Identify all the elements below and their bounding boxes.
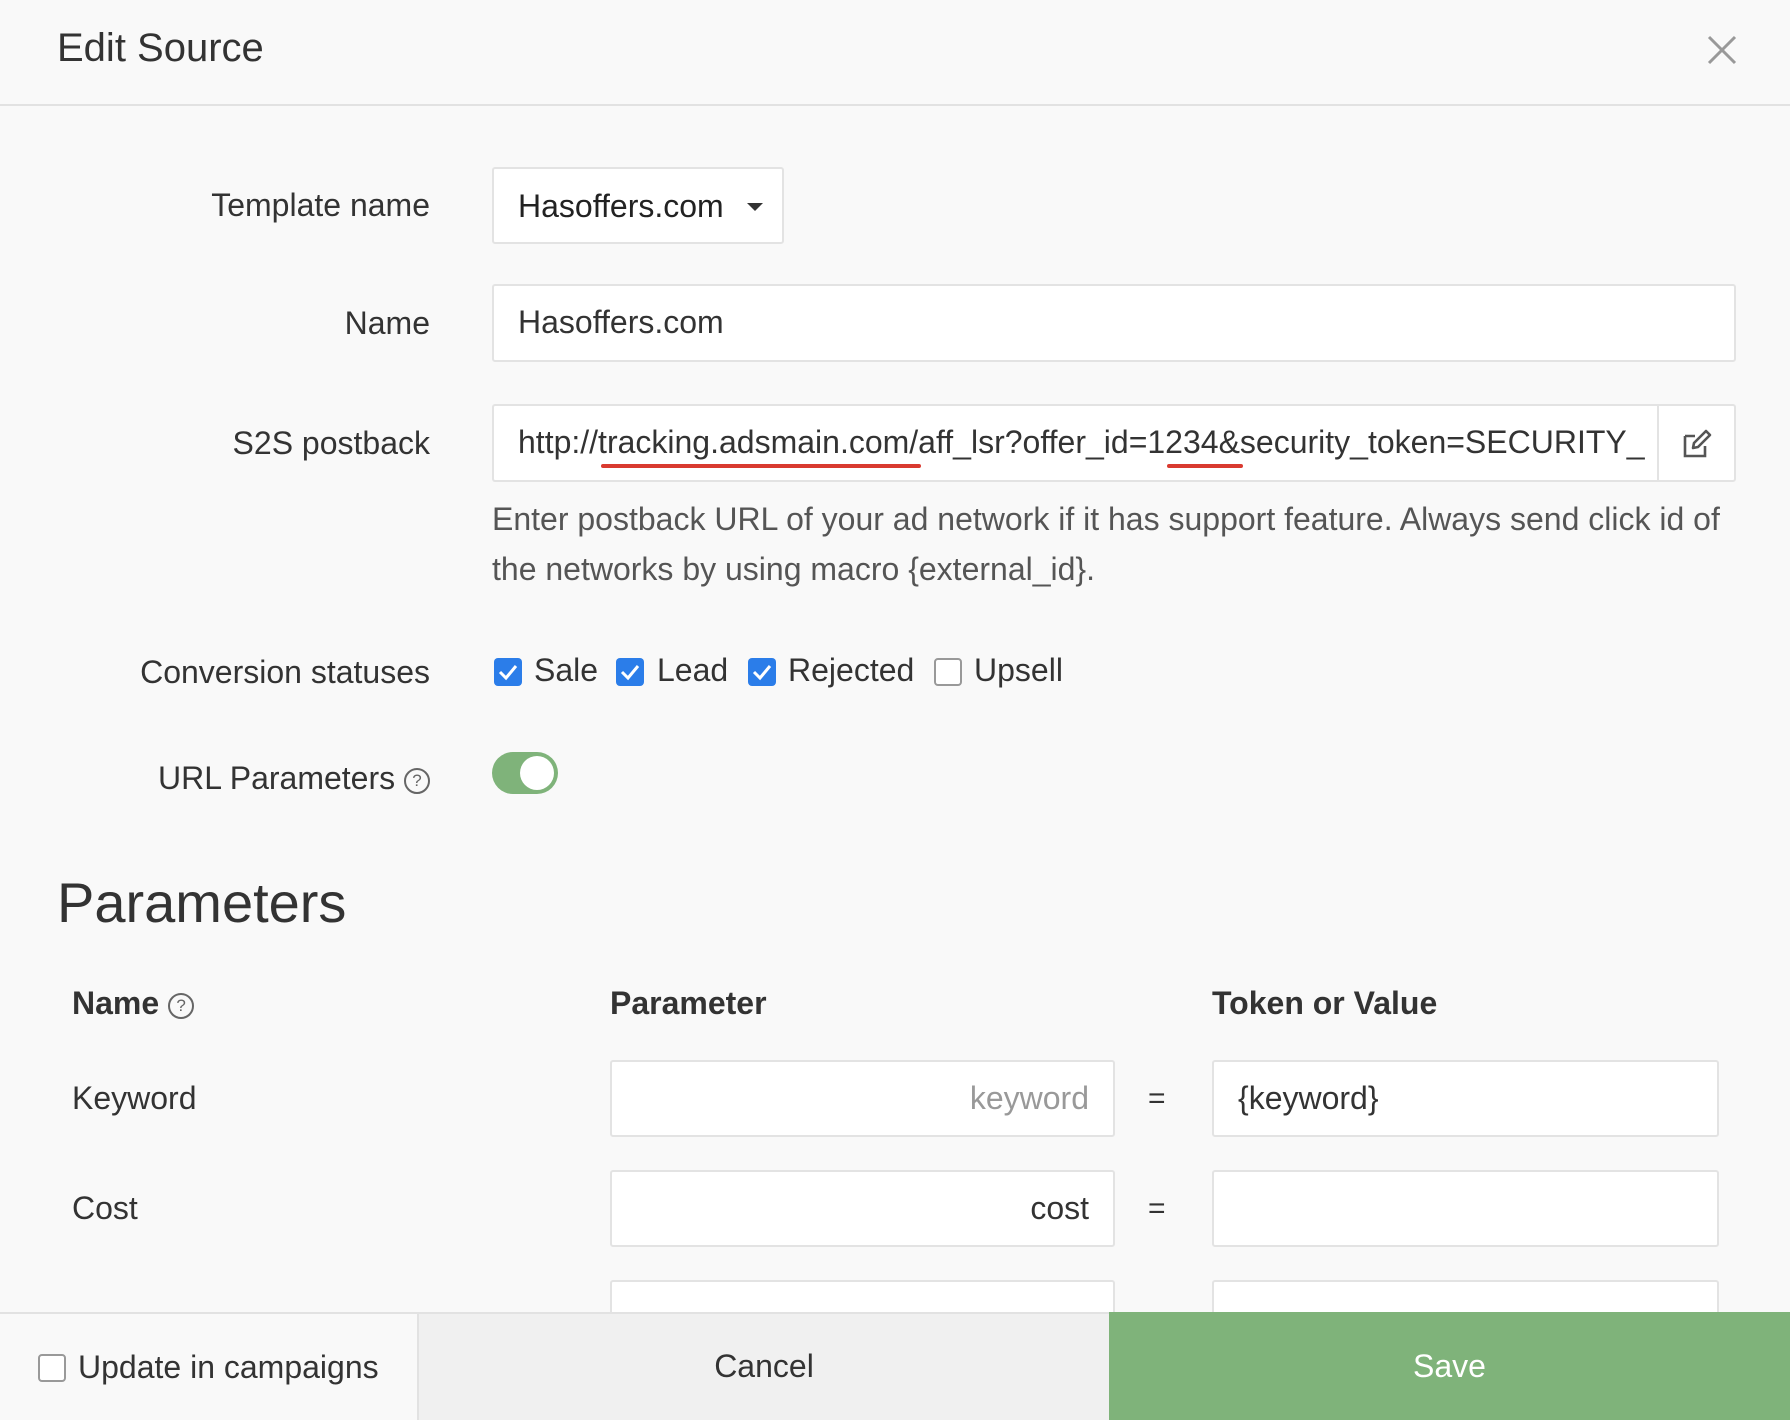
name-label: Name xyxy=(344,305,430,341)
annotation-underline xyxy=(601,464,921,468)
modal-title: Edit Source xyxy=(57,26,264,70)
template-select-value: Hasoffers.com xyxy=(518,188,724,224)
checkbox-rejected[interactable] xyxy=(748,658,776,686)
help-icon[interactable]: ? xyxy=(168,992,195,1019)
template-select[interactable]: Hasoffers.com xyxy=(492,167,784,244)
template-name-label: Template name xyxy=(211,187,430,223)
cancel-button[interactable]: Cancel xyxy=(419,1312,1109,1420)
checkbox-lead[interactable] xyxy=(616,658,644,686)
close-icon[interactable] xyxy=(1699,27,1745,73)
url-parameters-label: URL Parameters ? xyxy=(158,760,430,797)
parameter-input[interactable]: keyword xyxy=(610,1060,1115,1137)
caret-down-icon xyxy=(747,203,763,211)
postback-help-text: Enter postback URL of your ad network if… xyxy=(492,501,1720,587)
column-header-token: Token or Value xyxy=(1212,985,1438,1021)
checkbox-upsell-label: Upsell xyxy=(974,652,1063,688)
name-input[interactable]: Hasoffers.com xyxy=(492,284,1736,362)
checkbox-sale[interactable] xyxy=(494,658,522,686)
checkbox-rejected-label: Rejected xyxy=(788,652,915,688)
checkbox-update-in-campaigns[interactable] xyxy=(38,1354,66,1382)
edit-icon xyxy=(1683,429,1712,458)
update-in-campaigns: Update in campaigns xyxy=(0,1312,419,1420)
toggle-knob xyxy=(520,756,554,790)
equals-sign: = xyxy=(1148,1082,1166,1115)
conversion-statuses-label: Conversion statuses xyxy=(140,654,430,690)
token-input[interactable] xyxy=(1212,1170,1719,1247)
equals-sign: = xyxy=(1148,1192,1166,1225)
checkbox-sale-label: Sale xyxy=(534,652,599,688)
parameter-input[interactable]: cost xyxy=(610,1170,1115,1247)
update-in-campaigns-label: Update in campaigns xyxy=(78,1349,379,1385)
checkbox-lead-label: Lead xyxy=(657,652,729,688)
annotation-underline xyxy=(1167,464,1243,468)
edit-postback-button[interactable] xyxy=(1657,404,1736,482)
checkbox-upsell[interactable] xyxy=(934,658,962,686)
param-row-name: Cost xyxy=(72,1190,138,1226)
postback-input[interactable]: http://tracking.adsmain.com/aff_lsr?offe… xyxy=(492,404,1658,482)
postback-label: S2S postback xyxy=(232,425,430,461)
parameters-title: Parameters xyxy=(57,871,347,934)
column-header-parameter: Parameter xyxy=(610,985,767,1021)
url-parameters-toggle[interactable] xyxy=(492,752,558,794)
url-parameters-text: URL Parameters xyxy=(158,760,396,796)
column-header-name: Name ? xyxy=(72,985,195,1022)
param-row-name: Keyword xyxy=(72,1080,197,1116)
token-input[interactable]: {keyword} xyxy=(1212,1060,1719,1137)
modal-header: Edit Source xyxy=(0,0,1790,106)
column-header-name-text: Name xyxy=(72,985,160,1021)
save-button[interactable]: Save xyxy=(1109,1312,1790,1420)
modal-footer: Update in campaigns Cancel Save xyxy=(0,1312,1790,1420)
help-icon[interactable]: ? xyxy=(404,767,430,794)
